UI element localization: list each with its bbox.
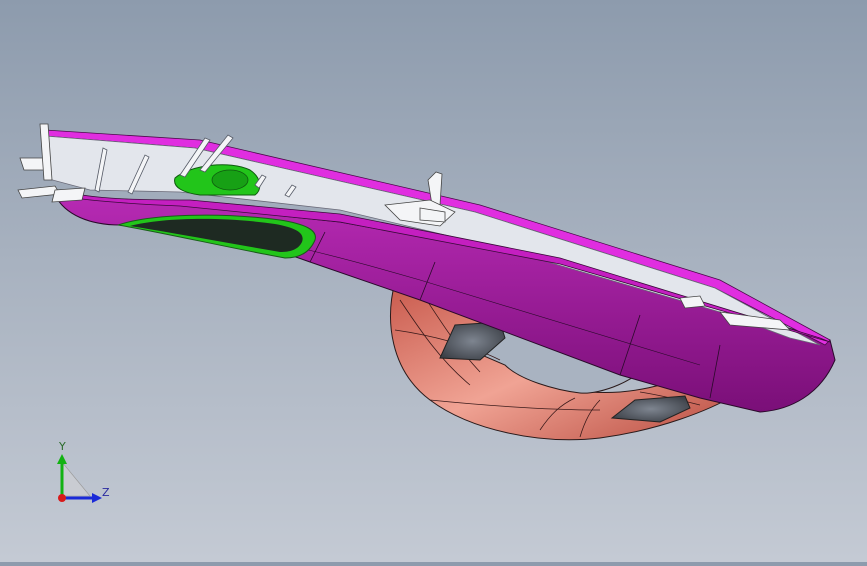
- model-render[interactable]: [0, 0, 867, 562]
- y-axis-label: Y: [59, 440, 66, 453]
- grille-vent[interactable]: [117, 214, 316, 259]
- z-axis-label: Z: [102, 486, 110, 499]
- triad-plane: [61, 461, 91, 497]
- coordinate-triad: Y Z: [40, 436, 130, 516]
- origin-point: [58, 494, 66, 502]
- triad-axes: [57, 454, 102, 503]
- y-axis-arrow: [57, 454, 67, 464]
- cad-3d-viewport[interactable]: Y Z: [0, 0, 867, 562]
- z-axis-arrow: [92, 493, 102, 503]
